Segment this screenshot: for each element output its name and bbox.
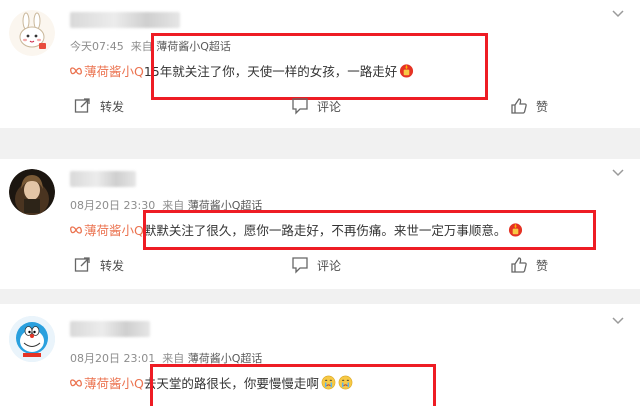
comment-text-wrap: 去天堂的路很长，你要慢慢走啊 xyxy=(144,373,353,392)
tag-label: 薄荷酱小Q xyxy=(84,223,144,238)
comment-button[interactable]: 评论 xyxy=(291,97,341,115)
sad-face-icon xyxy=(321,375,336,390)
portrait-avatar-icon xyxy=(9,169,55,215)
chevron-down-icon[interactable] xyxy=(612,10,624,18)
avatar[interactable] xyxy=(9,10,55,56)
comment-card-3: 08月20日 23:01 来自 薄荷酱小Q超话 薄荷酱小Q 去天堂的路很长，你要… xyxy=(0,304,640,406)
comment-icon xyxy=(292,257,308,274)
source-topic-link[interactable]: 薄荷酱小Q超话 xyxy=(156,40,231,53)
tag-label: 薄荷酱小Q xyxy=(84,376,144,391)
source-topic-link[interactable]: 薄荷酱小Q超话 xyxy=(188,352,263,365)
card-separator xyxy=(0,128,640,159)
repost-icon xyxy=(74,257,90,272)
comment-time: 08月20日 23:30 xyxy=(70,199,156,212)
chevron-down-icon[interactable] xyxy=(612,169,624,177)
chevron-down-icon[interactable] xyxy=(612,317,624,325)
action-bar: 转发 评论 赞 xyxy=(0,97,640,119)
repost-button[interactable]: 转发 xyxy=(74,256,124,274)
avatar[interactable] xyxy=(9,316,55,362)
like-button[interactable]: 赞 xyxy=(510,97,548,115)
candle-icon xyxy=(400,64,414,78)
username-blurred[interactable] xyxy=(70,171,136,187)
comment-text: 15年就关注了你，天使一样的女孩，一路走好 xyxy=(143,64,398,79)
repost-icon xyxy=(74,98,90,113)
comment-body: 薄荷酱小Q 去天堂的路很长，你要慢慢走啊 xyxy=(70,373,353,392)
comment-button[interactable]: 评论 xyxy=(291,256,341,274)
source-prefix: 来自 xyxy=(130,40,153,53)
comment-text-wrap: 默默关注了很久，愿你一路走好，不再伤痛。来世一定万事顺意。 xyxy=(144,220,524,239)
doraemon-avatar-icon xyxy=(9,316,55,362)
comment-icon xyxy=(292,98,308,115)
tag-label: 薄荷酱小Q xyxy=(84,64,144,79)
candle-icon xyxy=(509,223,523,237)
repost-button[interactable]: 转发 xyxy=(74,97,124,115)
username-blurred[interactable] xyxy=(70,12,180,28)
comment-time: 08月20日 23:01 xyxy=(70,352,156,365)
comment-label: 评论 xyxy=(317,99,342,114)
comment-label: 评论 xyxy=(317,258,342,273)
supertopic-tag[interactable]: 薄荷酱小Q xyxy=(70,220,144,239)
comment-card-2: 08月20日 23:30 来自 薄荷酱小Q超话 薄荷酱小Q 默默关注了很久，愿你… xyxy=(0,159,640,289)
like-label: 赞 xyxy=(536,258,549,273)
rabbit-avatar-icon xyxy=(9,10,55,56)
action-bar: 转发 评论 赞 xyxy=(0,256,640,278)
loop-icon xyxy=(70,225,82,234)
comment-card-1: 今天07:45 来自 薄荷酱小Q超话 薄荷酱小Q 15年就关注了你，天使一样的女… xyxy=(0,0,640,128)
supertopic-tag[interactable]: 薄荷酱小Q xyxy=(70,61,144,80)
thumbs-up-icon xyxy=(511,98,527,114)
thumbs-up-icon xyxy=(511,257,527,273)
loop-icon xyxy=(70,66,82,75)
comment-text: 去天堂的路很长，你要慢慢走啊 xyxy=(143,376,319,391)
comment-body: 薄荷酱小Q 15年就关注了你，天使一样的女孩，一路走好 xyxy=(70,61,414,80)
source-prefix: 来自 xyxy=(162,352,185,365)
supertopic-tag[interactable]: 薄荷酱小Q xyxy=(70,373,144,392)
username-blurred[interactable] xyxy=(70,321,150,337)
source-prefix: 来自 xyxy=(162,199,185,212)
avatar[interactable] xyxy=(9,169,55,215)
comment-meta: 08月20日 23:01 来自 薄荷酱小Q超话 xyxy=(70,350,262,366)
comment-text-wrap: 15年就关注了你，天使一样的女孩，一路走好 xyxy=(144,61,414,80)
source-topic-link[interactable]: 薄荷酱小Q超话 xyxy=(188,199,263,212)
sad-face-icon xyxy=(338,375,353,390)
comment-time: 今天07:45 xyxy=(70,40,124,53)
comment-text: 默默关注了很久，愿你一路走好，不再伤痛。来世一定万事顺意。 xyxy=(143,223,507,238)
repost-label: 转发 xyxy=(100,99,125,114)
repost-label: 转发 xyxy=(100,258,125,273)
comment-meta: 08月20日 23:30 来自 薄荷酱小Q超话 xyxy=(70,197,262,213)
like-button[interactable]: 赞 xyxy=(510,256,548,274)
like-label: 赞 xyxy=(536,99,549,114)
loop-icon xyxy=(70,378,82,387)
comment-meta: 今天07:45 来自 薄荷酱小Q超话 xyxy=(70,38,231,54)
comment-body: 薄荷酱小Q 默默关注了很久，愿你一路走好，不再伤痛。来世一定万事顺意。 xyxy=(70,220,523,239)
